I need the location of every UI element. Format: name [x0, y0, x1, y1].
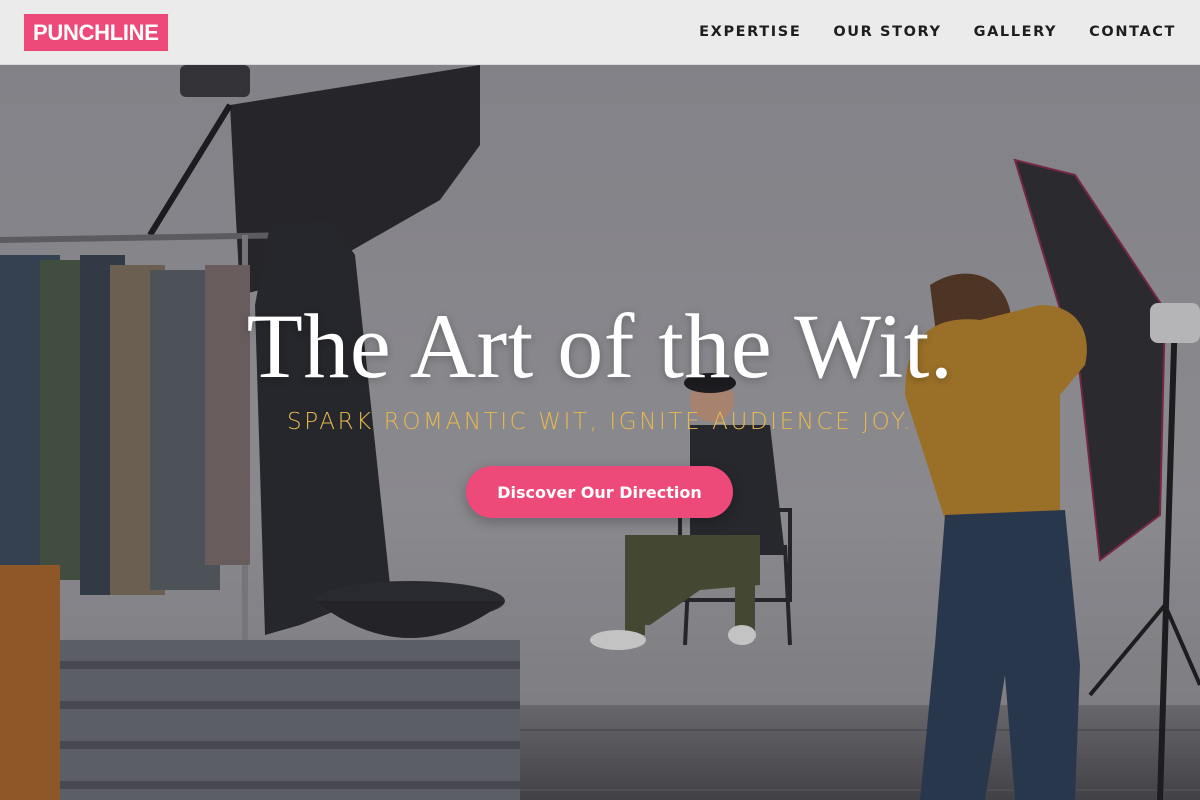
- brand-logo[interactable]: PUNCHLINE: [24, 13, 168, 51]
- hero-content: The Art of the Wit. SPARK ROMANTIC WIT, …: [0, 65, 1200, 800]
- main-nav: EXPERTISE OUR STORY GALLERY CONTACT: [667, 24, 1176, 40]
- hero-subtitle: SPARK ROMANTIC WIT, IGNITE AUDIENCE JOY.: [287, 409, 913, 435]
- discover-direction-button[interactable]: Discover Our Direction: [466, 466, 733, 518]
- nav-link-contact[interactable]: CONTACT: [1089, 24, 1176, 40]
- hero-title: The Art of the Wit.: [246, 295, 954, 397]
- site-header: PUNCHLINE EXPERTISE OUR STORY GALLERY CO…: [0, 0, 1200, 65]
- nav-link-gallery[interactable]: GALLERY: [974, 24, 1058, 40]
- nav-link-expertise[interactable]: EXPERTISE: [699, 24, 801, 40]
- hero-section: The Art of the Wit. SPARK ROMANTIC WIT, …: [0, 65, 1200, 800]
- nav-link-our-story[interactable]: OUR STORY: [833, 24, 941, 40]
